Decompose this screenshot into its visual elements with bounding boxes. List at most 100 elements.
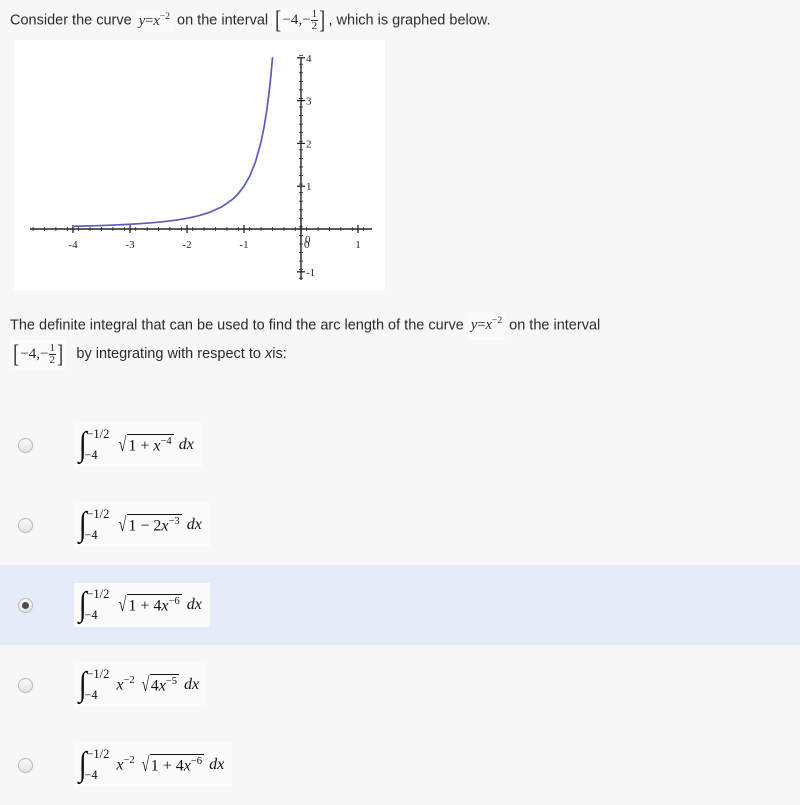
radical-glyph: √	[141, 674, 150, 697]
bracket-left-icon: [	[275, 6, 282, 34]
answer-option-row[interactable]: ∫ −1/2 −4 √ 1 − 2x−3 dx	[0, 485, 800, 565]
answer-option-row[interactable]: ∫ −1/2 −4 √ 1 + x−4 dx	[0, 405, 800, 485]
radical-glyph: √	[119, 514, 127, 537]
square-root-icon: √ 1 + 4x−6	[140, 754, 205, 777]
differential: dx	[186, 596, 202, 613]
integral-limits: −1/2 −4	[84, 747, 110, 783]
x-tick-label: -1	[239, 239, 248, 251]
integral-limits: −1/2 −4	[84, 587, 110, 623]
radical-glyph: √	[119, 434, 127, 457]
integral-upper-limit: −1/2	[86, 507, 110, 521]
integral-lower-limit: −4	[84, 768, 98, 782]
prompt2-text-b: on the interval	[509, 317, 601, 334]
radio-button-option-a[interactable]	[18, 437, 33, 453]
radicand-part: −3	[168, 516, 180, 528]
axis-tick-labels: -4 -3 -2 -1 0 1-112340	[68, 53, 360, 279]
curve-equation-inline: y=x−2	[135, 9, 173, 32]
answer-option-row[interactable]: ∫ −1/2 −4 √ 1 + 4x−6 dx	[0, 565, 800, 645]
answer-options-list: ∫ −1/2 −4 √ 1 + x−4 dx ∫ −1/2 −4 √ 1 − 2x−3 dx ∫ −1/2…	[0, 405, 800, 805]
prompt-text-a: Consider the curve	[10, 12, 132, 29]
y-tick-label: 3	[306, 96, 312, 108]
integral-glyph: ∫	[78, 745, 87, 783]
x-tick-label: -2	[182, 239, 191, 251]
integral-sign-icon: ∫ −1/2 −4	[78, 507, 110, 543]
radicand-part: 1 − 2	[128, 517, 162, 535]
radicand-part: 4	[150, 677, 159, 695]
leading-coefficient: x−2	[116, 675, 135, 694]
radicand: 4x−5	[149, 674, 180, 695]
prompt2-text-c: by integrating with respect to	[76, 346, 261, 363]
radio-button-option-d[interactable]	[18, 677, 33, 693]
square-root-icon: √ 1 − 2x−3	[117, 514, 182, 537]
curve-path	[72, 56, 274, 228]
integral-sign-icon: ∫ −1/2 −4	[78, 425, 110, 463]
integral-upper-limit: −1/2	[86, 427, 110, 441]
answer-option-expression: ∫ −1/2 −4 √ 1 + x−4 dx	[74, 423, 202, 467]
differential: dx	[186, 516, 202, 533]
radio-button-option-c[interactable]	[18, 597, 33, 613]
square-root-icon: √ 1 + 4x−6	[117, 594, 182, 615]
radicand-part: −6	[168, 596, 180, 608]
radicand: 1 − 2x−3	[127, 514, 182, 535]
square-root-icon: √ 4x−5	[140, 674, 180, 697]
radio-button-option-e[interactable]	[18, 757, 33, 773]
curve2-exponent: −2	[491, 315, 503, 327]
integral-sign-icon: ∫ −1/2 −4	[78, 585, 110, 623]
answer-option-row[interactable]: ∫ −1/2 −4 x−2 √ 4x−5 dx	[0, 645, 800, 725]
differential: dx	[184, 676, 200, 693]
integral-lower-limit: −4	[84, 528, 98, 542]
x-tick-label: -3	[125, 239, 135, 251]
radicand-part: −6	[190, 756, 203, 768]
y-tick-label: -1	[306, 267, 315, 279]
integral-glyph: ∫	[78, 665, 87, 703]
differential: dx	[209, 756, 225, 773]
question-prompt-line-1: Consider the curve y=x−2 on the interval…	[0, 0, 800, 32]
axis-ticks	[32, 55, 365, 279]
fraction-denominator: 2	[311, 20, 318, 33]
integral-limits: −1/2 −4	[84, 667, 110, 703]
x-tick-label: -4	[68, 239, 78, 251]
radicand-part: x	[158, 677, 166, 695]
radicand: 1 + 4x−6	[149, 754, 205, 775]
fraction2-denominator: 2	[49, 353, 56, 366]
interval-notation-2: [−4, −1 2]	[10, 340, 67, 369]
y-tick-label: 4	[306, 53, 312, 65]
leading-coefficient: x−2	[116, 755, 135, 774]
radicand-part: −5	[165, 676, 178, 688]
answer-option-expression: ∫ −1/2 −4 √ 1 + 4x−6 dx	[74, 583, 210, 627]
integral-glyph: ∫	[78, 585, 87, 623]
answer-option-expression: ∫ −1/2 −4 √ 1 − 2x−3 dx	[74, 503, 210, 547]
interval2-upper-fraction: 12	[48, 342, 57, 366]
integral-sign-icon: ∫ −1/2 −4	[78, 745, 110, 783]
integral-glyph: ∫	[78, 425, 87, 463]
interval-upper-sign: −	[302, 11, 311, 28]
integral-lower-limit: −4	[84, 448, 98, 462]
radicand-part: 1 +	[128, 437, 154, 455]
bracket2-left-icon: [	[13, 340, 20, 368]
origin-label: 0	[305, 234, 311, 246]
answer-option-expression: ∫ −1/2 −4 x−2 √ 1 + 4x−6 dx	[74, 743, 233, 787]
integral-limits: −1/2 −4	[84, 427, 110, 463]
radicand: 1 + x−4	[127, 434, 174, 455]
prompt2-text-a: The definite integral that can be used t…	[10, 317, 464, 334]
x-tick-label: 1	[355, 239, 361, 251]
integral-upper-limit: −1/2	[86, 747, 110, 761]
interval-lower: −4	[282, 11, 299, 28]
square-root-icon: √ 1 + x−4	[117, 434, 174, 457]
integral-upper-limit: −1/2	[86, 587, 110, 601]
y-tick-label: 1	[306, 181, 312, 193]
interval-upper-fraction: 12	[310, 8, 319, 33]
prompt-text-b: on the interval	[177, 12, 269, 29]
graph-svg: -4 -3 -2 -1 0 1-112340	[30, 53, 372, 280]
radio-button-option-b[interactable]	[18, 517, 33, 533]
integral-limits: −1/2 −4	[84, 507, 110, 543]
answer-option-row[interactable]: ∫ −1/2 −4 x−2 √ 1 + 4x−6 dx	[0, 725, 800, 805]
integral-lower-limit: −4	[84, 688, 98, 702]
interval2-lower: −4	[20, 346, 37, 363]
radicand-part: 1 + 4	[128, 597, 162, 615]
radicand: 1 + 4x−6	[127, 594, 182, 615]
integral-upper-limit: −1/2	[86, 667, 110, 681]
radical-glyph: √	[141, 754, 150, 777]
differential: dx	[178, 436, 194, 453]
prompt2-text-d: is:	[272, 346, 287, 363]
